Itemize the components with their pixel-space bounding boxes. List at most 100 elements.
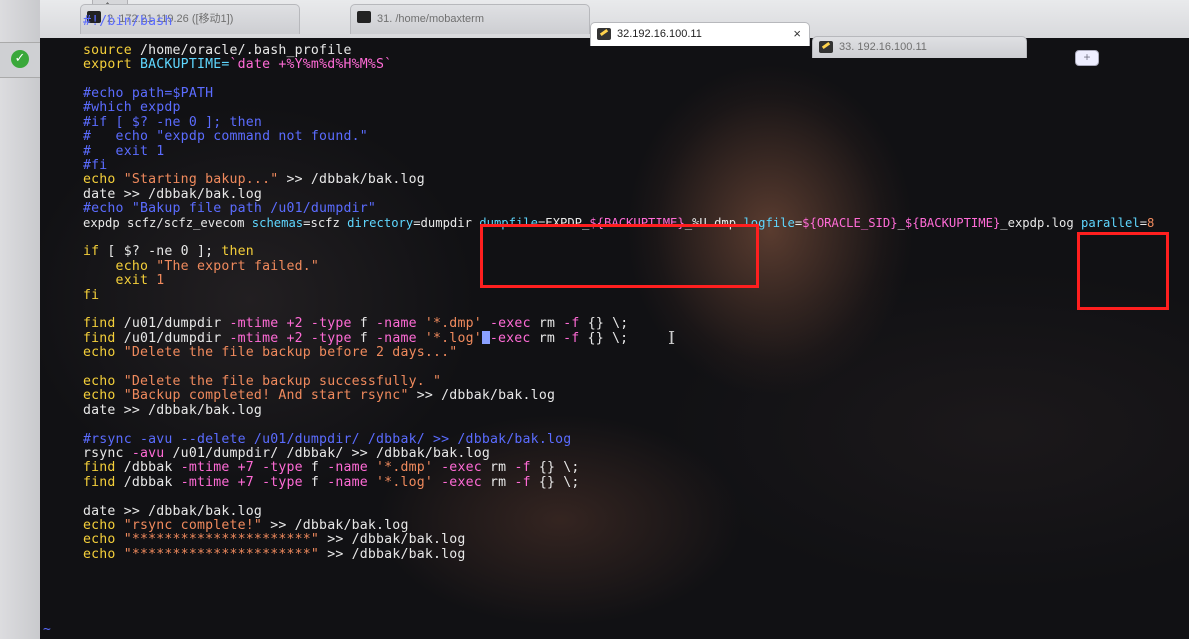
- terminal-line: rsync -avu /u01/dumpdir/ /dbbak/ >> /dbb…: [83, 446, 490, 461]
- terminal-line: echo "Delete the file backup before 2 da…: [83, 345, 457, 360]
- code-token: date >> /dbbak/bak.log: [83, 402, 263, 418]
- code-token: date >> /dbbak/bak.log: [83, 186, 263, 202]
- code-token: >> /dbbak/bak.log: [408, 388, 556, 404]
- code-token: '*.log': [416, 330, 482, 346]
- terminal-line: date >> /dbbak/bak.log: [83, 187, 262, 202]
- code-token: -name: [376, 316, 417, 332]
- terminal-line: date >> /dbbak/bak.log: [83, 504, 262, 519]
- terminal-line: export BACKUPTIME=`date +%Y%m%d%H%M%S`: [83, 57, 392, 72]
- code-token: fi: [83, 287, 100, 303]
- code-token: f: [351, 330, 377, 346]
- terminal-line: # echo "expdp command not found.": [83, 129, 368, 144]
- tab-label: 32.192.16.100.11: [617, 28, 702, 40]
- close-tab-icon[interactable]: ×: [793, 23, 801, 45]
- code-token: echo: [83, 172, 116, 188]
- code-token: "Delete the file backup successfully. ": [115, 374, 442, 389]
- code-token: f: [302, 474, 328, 490]
- code-token: #echo "Bakup file path /u01/dumpdir": [83, 201, 377, 217]
- code-token: parallel: [1081, 215, 1140, 230]
- code-token: -name: [327, 460, 368, 476]
- code-token: echo: [83, 388, 116, 404]
- code-token: =scfz: [303, 215, 348, 230]
- code-token: f: [302, 460, 328, 476]
- terminal-line: find /dbbak -mtime +7 -type f -name '*.l…: [83, 475, 580, 490]
- terminal-line: find /dbbak -mtime +7 -type f -name '*.d…: [83, 460, 580, 475]
- code-token: 1: [148, 273, 165, 289]
- text-cursor-icon: I: [668, 328, 676, 349]
- left-panel: ✓: [0, 0, 40, 639]
- code-token: '*.dmp': [367, 460, 442, 476]
- code-token: >> /dbbak/bak.log: [278, 172, 425, 188]
- code-token: find: [83, 330, 116, 346]
- terminal-line: #echo path=$PATH: [83, 86, 213, 101]
- code-token: rm: [481, 460, 515, 476]
- code-token: #which expdp: [83, 100, 181, 116]
- terminal-line: fi: [83, 288, 99, 303]
- code-token: -f: [563, 330, 580, 346]
- terminal-line: #fi: [83, 158, 107, 173]
- code-token: #!/bin/bash: [83, 14, 173, 29]
- code-token: "Delete the file backup before 2 days...…: [115, 345, 458, 361]
- code-token: /dbbak: [115, 460, 181, 476]
- code-token: -f: [514, 460, 531, 476]
- terminal-line: exit 1: [83, 273, 165, 289]
- terminal-line: echo "**********************" >> /dbbak/…: [83, 547, 466, 562]
- highlight-box-parallel: [1077, 232, 1169, 310]
- code-token: -f: [514, 474, 531, 490]
- code-token: "Starting bakup...": [115, 172, 279, 188]
- terminal-line: echo "Backup completed! And start rsync"…: [83, 388, 555, 403]
- code-token: {} \;: [579, 330, 629, 346]
- code-token: -name: [376, 330, 417, 346]
- code-token: BACKUPTIME=: [131, 57, 230, 73]
- code-token: "The export failed.": [148, 258, 320, 274]
- terminal-content[interactable]: #!/bin/bash source /home/oracle/.bash_pro…: [40, 14, 1189, 639]
- code-token: -mtime +2 -type: [229, 330, 352, 346]
- code-token: expdp scfz/scfz_evecom: [83, 215, 252, 230]
- terminal-line: #which expdp: [83, 100, 181, 115]
- code-token: echo: [83, 374, 116, 389]
- code-token: exit: [83, 273, 149, 289]
- code-token: -f: [563, 316, 580, 332]
- code-token: >> /dbbak/bak.log: [319, 546, 466, 562]
- terminal-line: #if [ $? -ne 0 ]; then: [83, 115, 262, 130]
- code-token: "Backup completed! And start rsync": [115, 388, 409, 404]
- code-token: '*.dmp': [416, 316, 491, 332]
- terminal-line: echo "Delete the file backup successfull…: [83, 374, 441, 389]
- code-token: /u01/dumpdir: [115, 316, 230, 332]
- tab-192-16-100-11-active[interactable]: 32.192.16.100.11 ×: [590, 22, 810, 46]
- code-token: -mtime +2 -type: [229, 316, 352, 332]
- code-token: /home/oracle/.bash_profile: [131, 42, 352, 58]
- code-token: -name: [327, 474, 368, 490]
- code-token: echo: [83, 518, 116, 533]
- highlight-box-dumpfile: [480, 224, 759, 288]
- code-token: -exec: [489, 330, 531, 346]
- terminal-line: echo "**********************" >> /dbbak/…: [83, 532, 466, 547]
- code-token: rm: [530, 330, 564, 346]
- code-token: #if [ $? -ne 0 ]; then: [83, 114, 263, 130]
- code-token: echo: [83, 345, 116, 361]
- code-token: {} \;: [579, 316, 629, 332]
- code-token: rm: [530, 316, 564, 332]
- check-circle-icon[interactable]: ✓: [11, 50, 29, 68]
- code-token: >> /dbbak/bak.log: [262, 518, 409, 533]
- code-token: -exec: [490, 316, 531, 332]
- code-token: ${BACKUPTIME}: [904, 215, 1001, 230]
- code-token: then: [221, 244, 254, 260]
- code-token: =dumpdir: [413, 215, 480, 230]
- terminal-line: echo "rsync complete!" >> /dbbak/bak.log: [83, 518, 409, 533]
- code-token: echo: [83, 258, 149, 274]
- code-token: echo: [83, 546, 116, 562]
- code-token: `date +%Y%m%d%H%M%S`: [229, 57, 393, 73]
- terminal-line: source /home/oracle/.bash_profile: [83, 43, 352, 58]
- code-token: echo: [83, 532, 116, 548]
- code-token: -exec: [441, 460, 482, 476]
- code-token: #fi: [83, 158, 108, 173]
- code-token: if: [83, 244, 100, 260]
- code-token: find: [83, 474, 116, 490]
- code-token: export: [83, 57, 132, 73]
- terminal-line: # exit 1: [83, 144, 164, 159]
- code-token: _: [897, 215, 905, 230]
- code-token: 8: [1147, 215, 1155, 230]
- code-token: #echo path=$PATH: [83, 86, 214, 101]
- code-token: date >> /dbbak/bak.log: [83, 503, 263, 519]
